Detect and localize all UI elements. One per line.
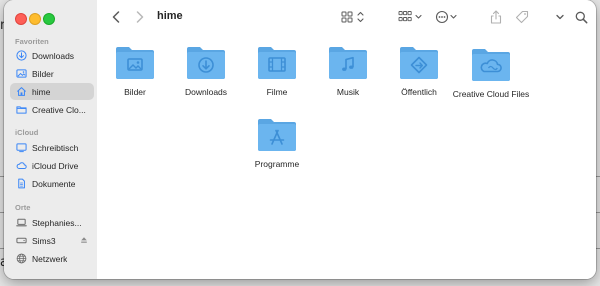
sidebar-item-netzwerk[interactable]: Netzwerk (10, 250, 94, 267)
zoom-window-button[interactable] (43, 13, 55, 25)
sidebar-item-label: Downloads (32, 50, 75, 61)
more-toolbar-button[interactable] (554, 9, 566, 25)
close-window-button[interactable] (15, 13, 27, 25)
folder-item-musik[interactable]: Musik (308, 44, 388, 97)
folder-film-icon (258, 47, 296, 79)
laptop-icon (16, 217, 27, 228)
back-button[interactable] (109, 9, 123, 25)
chevron-right-icon (136, 11, 144, 23)
folder-icon (16, 104, 27, 115)
folder-item-programme[interactable]: Programme (237, 116, 317, 169)
folder-item-bilder[interactable]: Bilder (95, 44, 175, 97)
sidebar-item-bilder[interactable]: Bilder (10, 65, 94, 82)
search-icon (575, 11, 587, 23)
sidebar-item-schreibtisch[interactable]: Schreibtisch (10, 139, 94, 156)
folder-label: Programme (254, 159, 300, 169)
minimize-window-button[interactable] (29, 13, 41, 25)
cloud-icon (16, 160, 27, 171)
sidebar-item-creative-cloud[interactable]: Creative Clo... (10, 101, 94, 118)
globe-icon (16, 253, 27, 264)
tag-icon (515, 10, 529, 24)
file-browser: Bilder Downloads Filme Musik Öffentlich … (97, 34, 596, 279)
sidebar-item-downloads[interactable]: Downloads (10, 47, 94, 64)
chevron-down-icon (556, 14, 564, 20)
folder-label: Filme (266, 87, 288, 97)
icon-grid-view-icon (341, 11, 364, 23)
folder-label: Creative Cloud Files (452, 89, 530, 99)
sidebar-item-label: hime (32, 86, 51, 97)
folder-label: Musik (336, 87, 360, 97)
view-mode-button[interactable] (341, 9, 367, 25)
download-circle-icon (16, 50, 27, 61)
sidebar-section-icloud: iCloud (15, 128, 39, 137)
folder-public-icon (400, 47, 438, 79)
sidebar-item-label: Bilder (32, 68, 54, 79)
desktop-icon (16, 142, 27, 153)
sidebar-item-label: Netzwerk (32, 253, 68, 264)
finder-window: Favoriten Downloads Bilder hime Creative… (4, 0, 596, 279)
folder-apps-icon (258, 119, 296, 151)
disk-icon (16, 235, 27, 246)
forward-button[interactable] (133, 9, 147, 25)
folder-item-filme[interactable]: Filme (237, 44, 317, 97)
window-title: hime (157, 10, 183, 22)
eject-icon[interactable] (80, 236, 88, 244)
chevron-left-icon (112, 11, 120, 23)
document-icon (16, 178, 27, 189)
search-button[interactable] (574, 9, 588, 25)
action-menu-button[interactable] (435, 9, 459, 25)
sidebar: Favoriten Downloads Bilder hime Creative… (4, 0, 98, 279)
folder-item-downloads[interactable]: Downloads (166, 44, 246, 97)
folder-label: Öffentlich (401, 87, 437, 97)
share-icon (490, 10, 502, 24)
sidebar-item-label: Schreibtisch (32, 142, 79, 153)
sidebar-item-label: Creative Clo... (32, 104, 86, 115)
folder-music-icon (329, 47, 367, 79)
tags-button[interactable] (514, 9, 530, 25)
sidebar-item-stephanies[interactable]: Stephanies... (10, 214, 94, 231)
folder-label: Downloads (184, 87, 228, 97)
ellipsis-circle-icon (435, 10, 457, 24)
folder-creative-cloud-icon (472, 49, 510, 81)
sidebar-item-label: Dokumente (32, 178, 76, 189)
home-icon (16, 86, 27, 97)
share-button[interactable] (489, 9, 503, 25)
folder-photo-icon (116, 47, 154, 79)
folder-label: Bilder (124, 87, 146, 97)
sidebar-item-label: Sims3 (32, 235, 56, 246)
folder-item-oeffentlich[interactable]: Öffentlich (379, 44, 459, 97)
sidebar-section-orte: Orte (15, 203, 31, 212)
sidebar-item-icloud-drive[interactable]: iCloud Drive (10, 157, 94, 174)
photo-icon (16, 68, 27, 79)
sidebar-section-favorites: Favoriten (15, 37, 49, 46)
group-button[interactable] (398, 9, 424, 25)
folder-item-creative-cloud-files[interactable]: Creative Cloud Files (451, 46, 531, 99)
group-grid-icon (398, 11, 422, 22)
sidebar-item-label: iCloud Drive (32, 160, 79, 171)
toolbar: hime (97, 0, 596, 34)
sidebar-item-dokumente[interactable]: Dokumente (10, 175, 94, 192)
sidebar-item-sims3[interactable]: Sims3 (10, 232, 94, 249)
folder-download-icon (187, 47, 225, 79)
sidebar-item-hime[interactable]: hime (10, 83, 94, 100)
sidebar-item-label: Stephanies... (32, 217, 82, 228)
